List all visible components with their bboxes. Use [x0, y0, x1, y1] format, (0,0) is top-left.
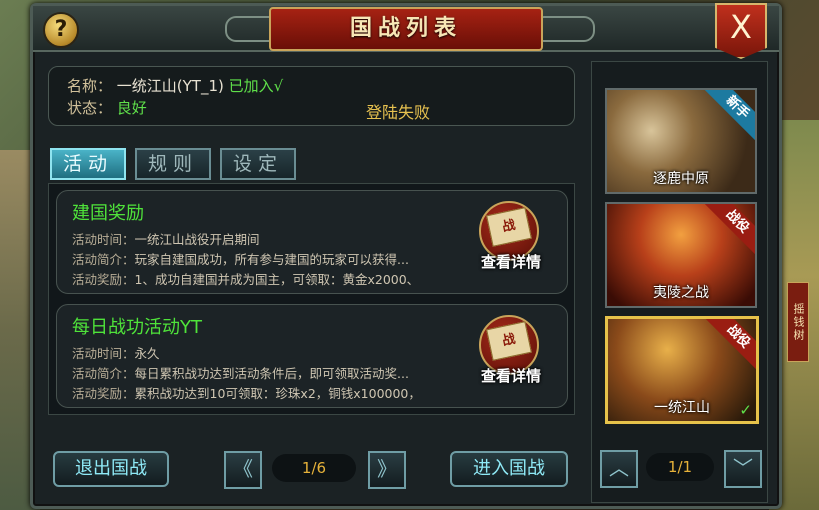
- activity-time-label: 活动时间：: [72, 346, 135, 361]
- activity-reward-value: 1、成功自建国并成为国主，可领取：黄金x2000、: [134, 272, 420, 287]
- tab-settings[interactable]: 设定: [220, 148, 296, 180]
- battle-name: 一统江山: [654, 400, 710, 416]
- battle-list-panel: 新手 逐鹿中原 战役 夷陵之战 战役 一统江山 ✓ ︿ 1/1 ﹀: [591, 61, 768, 503]
- activity-description-value: 每日累积战功达到活动条件后，即可领取活动奖...: [134, 366, 409, 381]
- server-status-value: 良好: [116, 99, 147, 117]
- activity-description-label: 活动简介：: [72, 252, 135, 267]
- battle-pager: ︿ 1/1 ﹀: [600, 450, 762, 488]
- activity-time: 活动时间：一统江山战役开启期间: [72, 229, 260, 248]
- close-button[interactable]: X: [715, 3, 767, 59]
- activity-card: 建国奖励 活动时间：一统江山战役开启期间 活动简介：玩家自建国成功，所有参与建国…: [56, 190, 568, 294]
- server-name-label: 名称：: [67, 77, 113, 95]
- activity-time: 活动时间：永久: [72, 343, 160, 362]
- server-name-row: 名称： 一统江山(YT_1) 已加入√: [67, 75, 283, 96]
- activity-title: 建国奖励: [72, 203, 144, 224]
- prev-page-button[interactable]: 《: [224, 451, 262, 489]
- footer-controls: 退出国战 《 1/6 》 进入国战: [48, 451, 573, 489]
- tab-activity[interactable]: 活动: [50, 148, 126, 180]
- activity-reward: 活动奖励：累积战功达到10可领取：珍珠x2，铜钱x100000，: [72, 383, 421, 402]
- activity-reward: 活动奖励：1、成功自建国并成为国主，可领取：黄金x2000、: [72, 269, 419, 288]
- server-info-box: 名称： 一统江山(YT_1) 已加入√ 状态： 良好 登陆失败: [48, 66, 575, 126]
- war-list-window: ? 国战列表 X 名称： 一统江山(YT_1) 已加入√ 状态： 良好 登陆失败…: [30, 3, 782, 509]
- battle-item-zhulu[interactable]: 新手 逐鹿中原: [605, 88, 757, 194]
- battle-item-yitong[interactable]: 战役 一统江山 ✓: [605, 316, 759, 424]
- activity-description-label: 活动简介：: [72, 366, 135, 381]
- window-title: 国战列表: [269, 7, 543, 51]
- title-bar: ? 国战列表 X: [33, 3, 779, 59]
- server-name-value: 一统江山(YT_1): [116, 77, 224, 95]
- joined-status: 已加入√: [228, 77, 284, 95]
- activity-reward-value: 累积战功达到10可领取：珍珠x2，铜钱x100000，: [134, 386, 421, 401]
- money-tree-sign: 摇钱树: [787, 282, 809, 362]
- view-details-label: 查看详情: [480, 367, 541, 385]
- view-details-button[interactable]: 战 查看详情: [471, 201, 547, 273]
- activity-card: 每日战功活动YT 活动时间：永久 活动简介：每日累积战功达到活动条件后，即可领取…: [56, 304, 568, 408]
- login-failed-message: 登陆失败: [366, 103, 431, 122]
- activity-reward-label: 活动奖励：: [72, 386, 135, 401]
- next-page-button[interactable]: 》: [368, 451, 406, 489]
- activity-title: 每日战功活动YT: [72, 317, 202, 338]
- help-button[interactable]: ?: [43, 12, 79, 48]
- battle-name: 逐鹿中原: [653, 171, 709, 187]
- view-details-button[interactable]: 战 查看详情: [471, 315, 547, 387]
- activity-description: 活动简介：玩家自建国成功，所有参与建国的玩家可以获得...: [72, 249, 409, 268]
- server-status-row: 状态： 良好: [67, 97, 147, 118]
- server-status-label: 状态：: [67, 99, 113, 117]
- scroll-up-button[interactable]: ︿: [600, 450, 638, 488]
- page-indicator: 1/6: [272, 454, 356, 482]
- battle-page-indicator: 1/1: [646, 453, 714, 481]
- activity-time-value: 一统江山战役开启期间: [134, 232, 260, 247]
- tab-rules[interactable]: 规则: [135, 148, 211, 180]
- activity-description: 活动简介：每日累积战功达到活动条件后，即可领取活动奖...: [72, 363, 409, 382]
- enter-war-button[interactable]: 进入国战: [450, 451, 568, 487]
- activity-time-value: 永久: [134, 346, 160, 361]
- scroll-down-button[interactable]: ﹀: [724, 450, 762, 488]
- left-panel: 名称： 一统江山(YT_1) 已加入√ 状态： 良好 登陆失败 活动 规则 设定…: [43, 61, 578, 501]
- activity-list[interactable]: 建国奖励 活动时间：一统江山战役开启期间 活动简介：玩家自建国成功，所有参与建国…: [48, 183, 575, 415]
- activity-time-label: 活动时间：: [72, 232, 135, 247]
- battle-item-yiling[interactable]: 战役 夷陵之战: [605, 202, 757, 308]
- activity-description-value: 玩家自建国成功，所有参与建国的玩家可以获得...: [134, 252, 409, 267]
- activity-reward-label: 活动奖励：: [72, 272, 135, 287]
- battle-name: 夷陵之战: [653, 285, 709, 301]
- exit-war-button[interactable]: 退出国战: [53, 451, 169, 487]
- check-icon: ✓: [739, 401, 752, 419]
- view-details-label: 查看详情: [480, 253, 541, 271]
